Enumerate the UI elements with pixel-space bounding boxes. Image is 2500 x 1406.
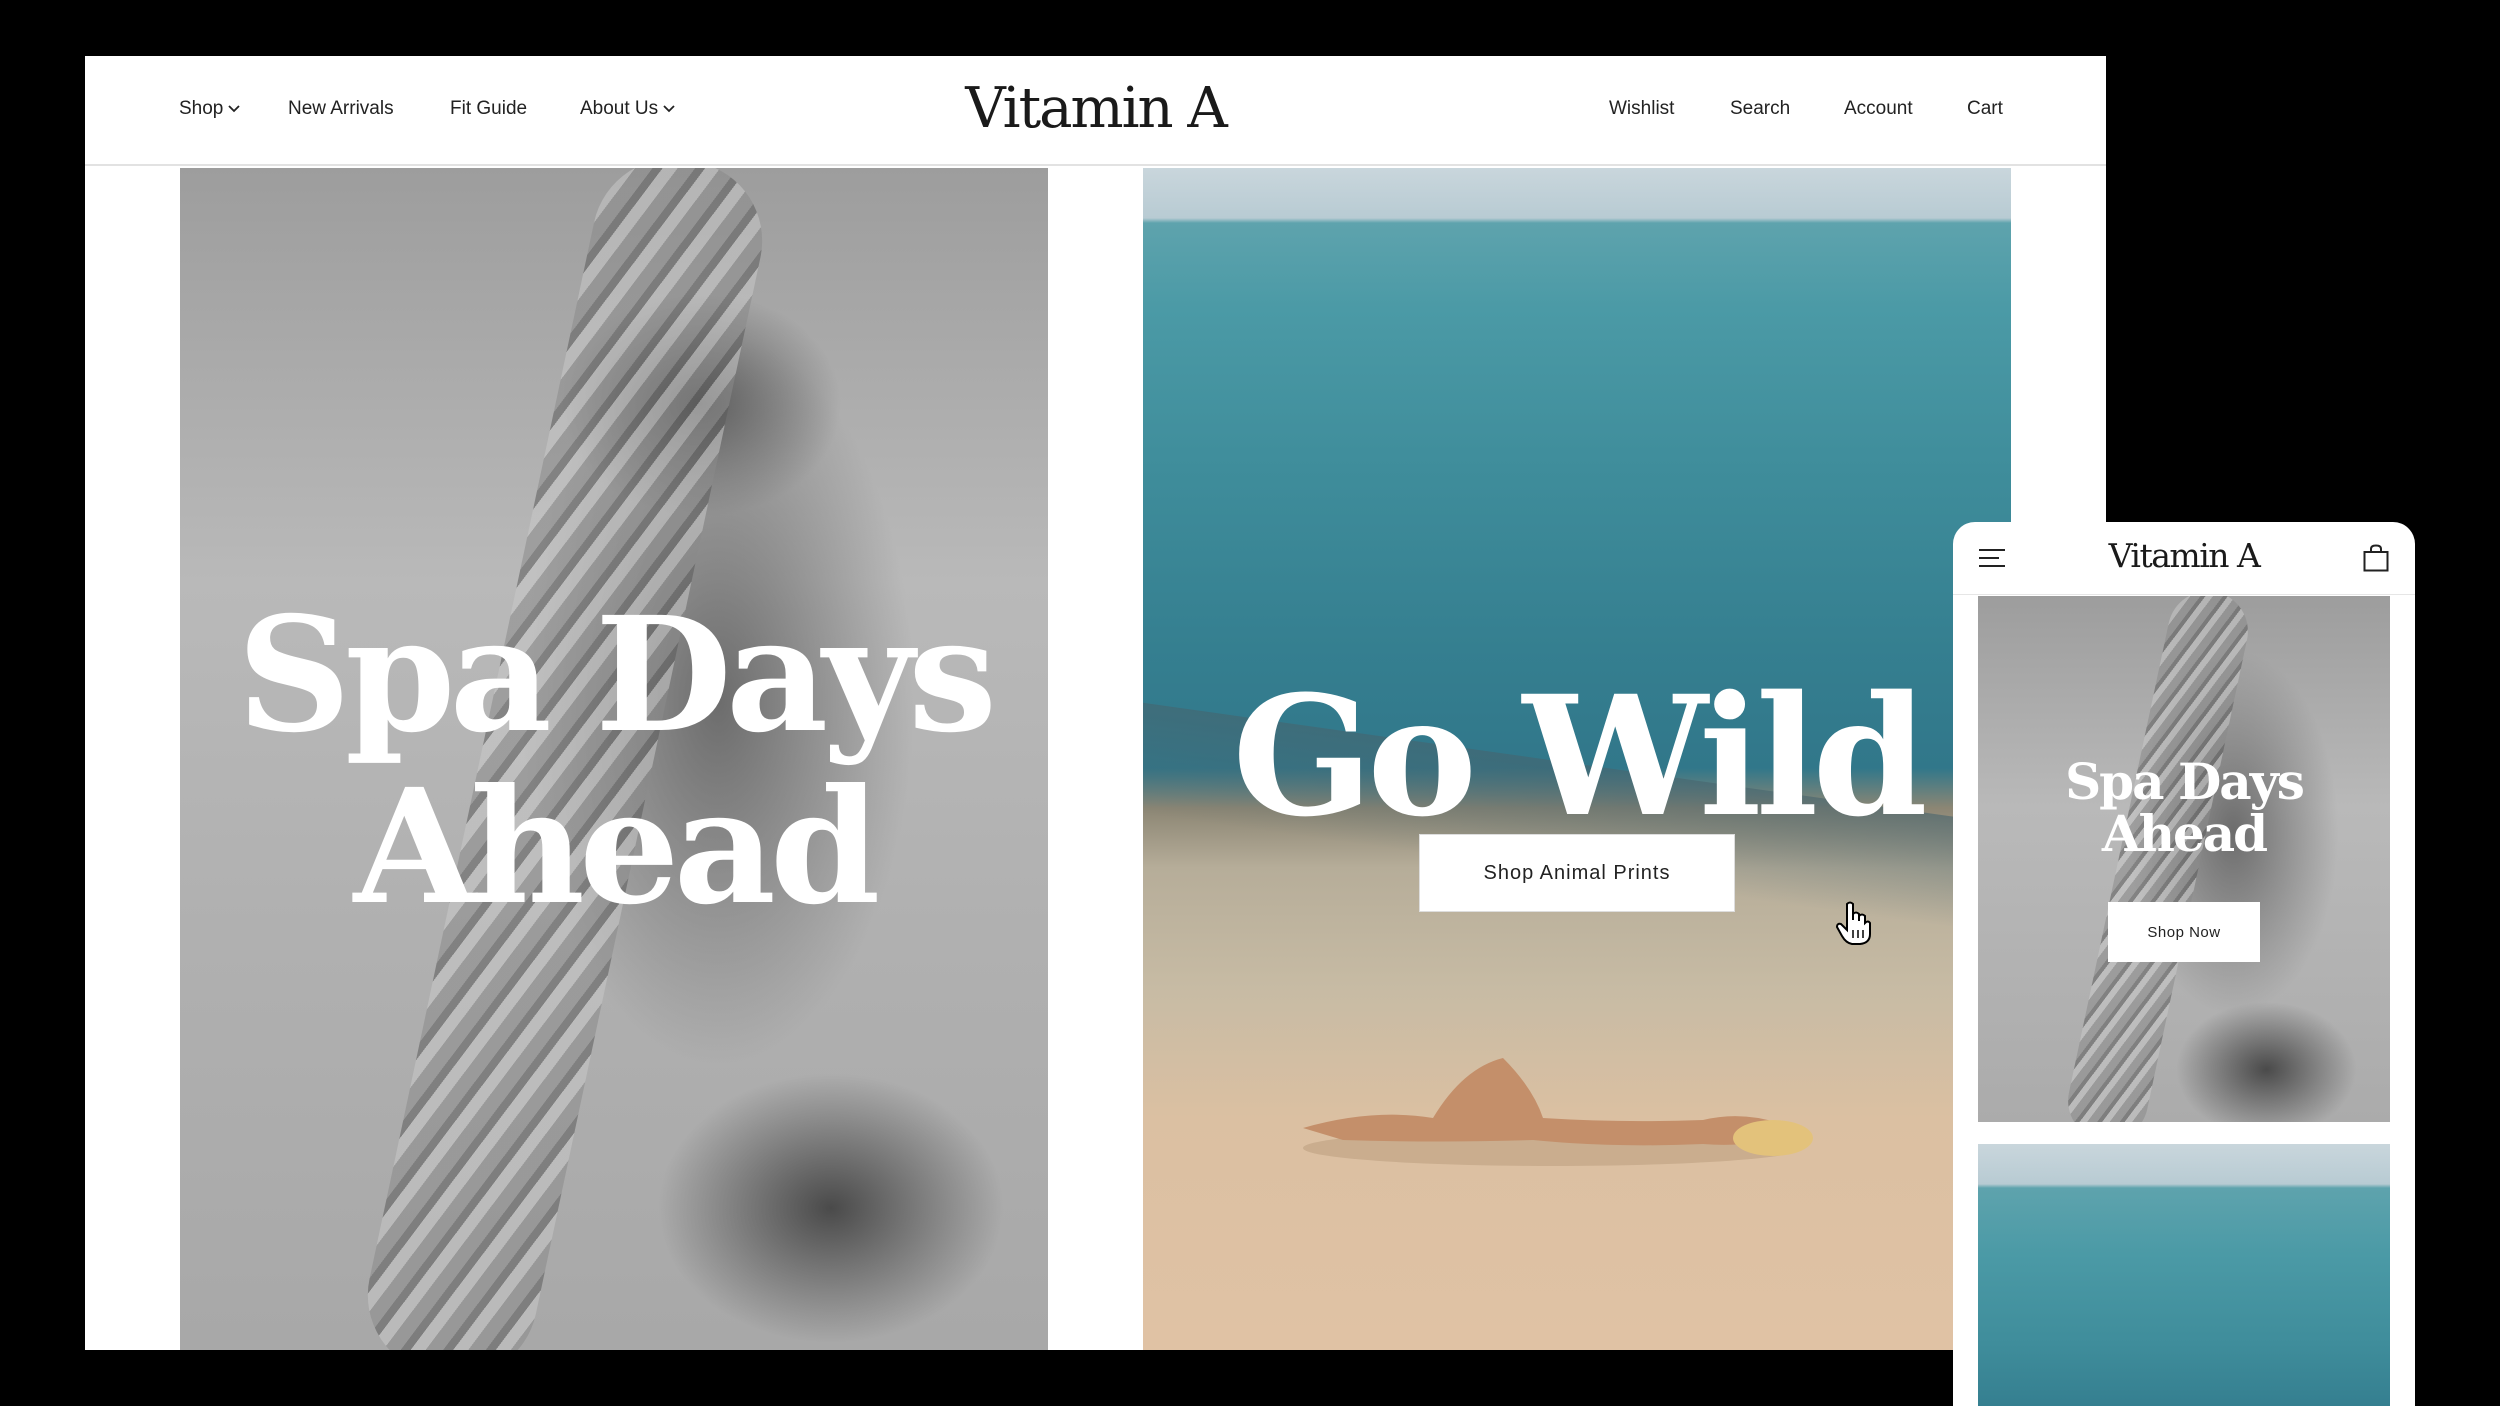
mobile-site-preview: Vitamin A Spa Days Ahead Shop Now — [1953, 522, 2415, 1406]
mobile-hero-title-line2: Ahead — [2101, 804, 2268, 863]
mobile-site-logo[interactable]: Vitamin A — [1953, 536, 2415, 575]
nav-account[interactable]: Account — [1844, 98, 1913, 120]
hero-title-line1: Spa Days — [236, 583, 997, 768]
hero-panel-go-wild[interactable]: Go Wild — [1143, 168, 2011, 1350]
nav-fit-guide[interactable]: Fit Guide — [450, 98, 527, 120]
nav-shop-label: Shop — [179, 98, 224, 119]
hand-pointer-icon — [1836, 901, 1871, 945]
chevron-down-icon — [663, 105, 675, 113]
shop-animal-prints-button[interactable]: Shop Animal Prints — [1419, 834, 1735, 912]
hero-title-line2: Ahead — [353, 755, 881, 940]
hero-title-go-wild: Go Wild — [1232, 659, 1928, 853]
mobile-shop-now-button[interactable]: Shop Now — [2108, 902, 2260, 962]
nav-cart[interactable]: Cart — [1967, 98, 2003, 120]
hero-title-spa-days: Spa Days Ahead — [180, 590, 1048, 934]
nav-new-arrivals[interactable]: New Arrivals — [288, 98, 394, 120]
nav-search[interactable]: Search — [1730, 98, 1790, 120]
desktop-site-window: Shop New Arrivals Fit Guide About Us Vit… — [85, 56, 2106, 1350]
mobile-hero-spa-days[interactable]: Spa Days Ahead Shop Now — [1978, 596, 2390, 1122]
mobile-header: Vitamin A — [1953, 522, 2415, 595]
nav-wishlist[interactable]: Wishlist — [1609, 98, 1674, 120]
nav-about-us[interactable]: About Us — [580, 98, 675, 120]
sunbather-figure — [1303, 1058, 1813, 1166]
chevron-down-icon — [228, 105, 241, 113]
desktop-header-nav: Shop New Arrivals Fit Guide About Us Vit… — [85, 56, 2106, 166]
mobile-hero-title-line1: Spa Days — [2065, 752, 2305, 811]
nav-shop[interactable]: Shop — [179, 98, 241, 120]
hero-panel-spa-days[interactable]: Spa Days Ahead — [180, 168, 1048, 1350]
site-logo[interactable]: Vitamin A — [965, 76, 1228, 141]
mobile-hero-sea-preview[interactable] — [1978, 1144, 2390, 1406]
mobile-hero-title: Spa Days Ahead — [1978, 756, 2390, 860]
shopping-bag-icon[interactable] — [2363, 544, 2389, 572]
nav-about-us-label: About Us — [580, 98, 659, 119]
